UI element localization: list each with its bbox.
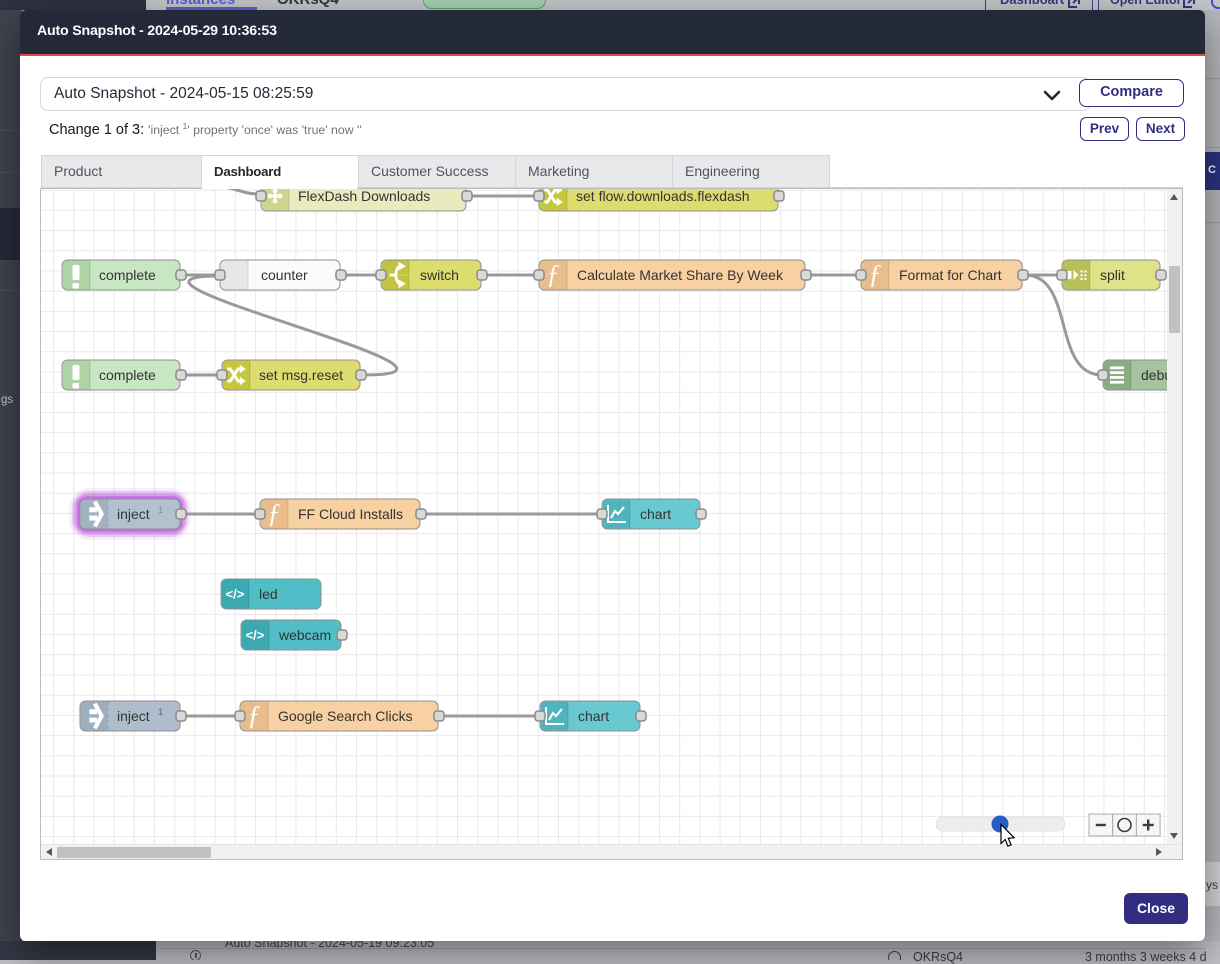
svg-text:debug: debug [1141, 367, 1167, 383]
svg-text:chart: chart [640, 506, 671, 522]
svg-text:set msg.reset: set msg.reset [259, 367, 343, 383]
svg-text:set flow.downloads.flexdash: set flow.downloads.flexdash [576, 189, 750, 204]
svg-text:ƒ: ƒ [267, 498, 281, 528]
svg-text:switch: switch [420, 267, 459, 283]
svg-text:ƒ: ƒ [247, 700, 261, 730]
svg-text:led: led [259, 586, 278, 602]
svg-text:FF Cloud Installs: FF Cloud Installs [298, 506, 403, 522]
svg-text:</>: </> [226, 587, 245, 602]
svg-text:Google Search Clicks: Google Search Clicks [278, 708, 413, 724]
svg-text:webcam: webcam [278, 627, 331, 643]
svg-text:complete: complete [99, 267, 156, 283]
svg-text:1: 1 [158, 707, 163, 718]
svg-text:Format for Chart: Format for Chart [899, 267, 1002, 283]
svg-text:inject: inject [117, 708, 150, 724]
svg-text:Calculate Market Share By Week: Calculate Market Share By Week [577, 267, 784, 283]
svg-text:FlexDash Downloads: FlexDash Downloads [298, 189, 430, 204]
svg-text:chart: chart [578, 708, 609, 724]
svg-text:1: 1 [158, 505, 163, 516]
svg-text:ƒ: ƒ [546, 259, 560, 289]
svg-text:complete: complete [99, 367, 156, 383]
svg-text:inject: inject [117, 506, 150, 522]
svg-text:ƒ: ƒ [868, 259, 882, 289]
svg-text:split: split [1100, 267, 1125, 283]
svg-text:counter: counter [261, 267, 308, 283]
svg-text:</>: </> [246, 628, 265, 643]
